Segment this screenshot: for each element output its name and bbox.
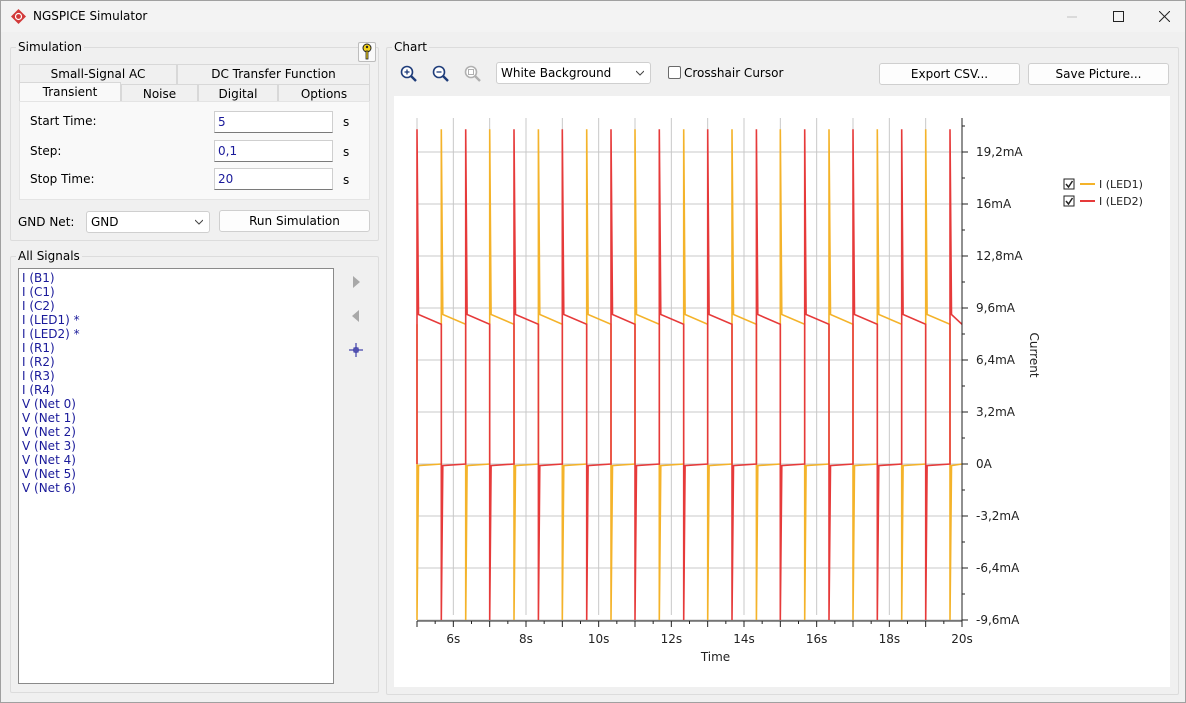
gnd-net-value: GND [91, 215, 119, 229]
maximize-button[interactable] [1095, 1, 1141, 32]
tab-noise[interactable]: Noise [121, 84, 198, 102]
app-icon [11, 9, 26, 24]
chart-group-title: Chart [392, 40, 429, 54]
step-input[interactable]: 0,1 [214, 140, 333, 162]
x-tick-label: 18s [879, 632, 901, 646]
signal-list-item[interactable]: I (LED2) * [19, 327, 333, 341]
tab-options[interactable]: Options [278, 84, 370, 102]
zoom-in-button[interactable] [399, 64, 419, 84]
export-csv-button[interactable]: Export CSV... [879, 63, 1020, 85]
background-select-value: White Background [501, 66, 612, 80]
stop-time-label: Stop Time: [30, 172, 95, 186]
all-signals-group-title: All Signals [16, 249, 82, 263]
minimize-icon [1067, 16, 1077, 17]
y-axis-title: Current [1027, 332, 1041, 377]
close-icon [1158, 11, 1170, 22]
signal-list-item[interactable]: I (C1) [19, 285, 333, 299]
signal-list-item[interactable]: I (C2) [19, 299, 333, 313]
chart-canvas[interactable]: 6s 8s 10s 12s 14s 16s 18s 20s 19,2mA 16mA 12,8mA 9,… [394, 96, 1170, 687]
signal-list-item[interactable]: I (R1) [19, 341, 333, 355]
transient-chart: 6s 8s 10s 12s 14s 16s 18s 20s 19,2mA 16mA 12,8mA 9,… [416, 118, 1143, 664]
start-time-unit: s [343, 115, 350, 129]
y-tick-label: -3,2mA [976, 509, 1020, 523]
signal-list-item[interactable]: V (Net 0) [19, 397, 333, 411]
window-title: NGSPICE Simulator [33, 9, 148, 23]
help-key-icon [362, 43, 372, 60]
zoom-in-icon [400, 65, 417, 82]
x-tick-label: 16s [806, 632, 828, 646]
zoom-out-icon [432, 65, 449, 82]
tab-dc-transfer-function[interactable]: DC Transfer Function [177, 64, 370, 84]
remove-signal-button[interactable] [348, 308, 364, 324]
arrow-right-icon [353, 276, 360, 288]
y-tick-label: -9,6mA [976, 613, 1020, 627]
tab-small-signal-ac[interactable]: Small-Signal AC [19, 64, 177, 84]
y-tick-label: -6,4mA [976, 561, 1020, 575]
signal-list-item[interactable]: V (Net 6) [19, 481, 333, 495]
signal-list-item[interactable]: I (R3) [19, 369, 333, 383]
start-time-input[interactable]: 5 [214, 111, 333, 133]
step-label: Step: [30, 144, 62, 158]
signal-list-item[interactable]: V (Net 4) [19, 453, 333, 467]
x-tick-label: 8s [519, 632, 533, 646]
arrow-left-icon [352, 310, 359, 322]
crosshair-label: Crosshair Cursor [684, 66, 784, 80]
zoom-fit-icon [464, 65, 481, 82]
title-bar: NGSPICE Simulator [1, 1, 1185, 32]
signal-list-item[interactable]: V (Net 5) [19, 467, 333, 481]
background-select[interactable]: White Background [496, 62, 651, 84]
signals-list[interactable]: I (B1) I (C1) I (C2) I (LED1) * I (LED2) * I … [18, 268, 334, 684]
zoom-out-button[interactable] [431, 64, 451, 84]
x-axis-title: Time [700, 650, 730, 664]
crosshair-checkbox[interactable] [668, 66, 681, 79]
y-tick-label: 16mA [976, 197, 1012, 211]
signal-list-item[interactable]: I (R4) [19, 383, 333, 397]
save-picture-button[interactable]: Save Picture... [1028, 63, 1169, 85]
y-tick-label: 12,8mA [976, 249, 1023, 263]
y-tick-label: 3,2mA [976, 405, 1016, 419]
chevron-down-icon [195, 219, 203, 225]
zoom-fit-button[interactable] [463, 64, 483, 84]
x-tick-label: 6s [446, 632, 460, 646]
crosshair-icon [349, 343, 363, 357]
signal-list-item[interactable]: V (Net 1) [19, 411, 333, 425]
step-unit: s [343, 145, 350, 159]
signal-list-item[interactable]: I (B1) [19, 271, 333, 285]
y-tick-label: 9,6mA [976, 301, 1016, 315]
signal-list-item[interactable]: I (LED1) * [19, 313, 333, 327]
start-time-label: Start Time: [30, 114, 97, 128]
y-tick-label: 0A [976, 457, 993, 471]
help-button[interactable] [358, 42, 376, 62]
signal-list-item[interactable]: V (Net 3) [19, 439, 333, 453]
ngspice-simulator-window: NGSPICE Simulator Simulation Small-Signa… [0, 0, 1186, 703]
close-button[interactable] [1141, 1, 1186, 32]
x-tick-label: 12s [661, 632, 683, 646]
signal-list-item[interactable]: V (Net 2) [19, 425, 333, 439]
add-signal-button[interactable] [348, 274, 364, 290]
run-simulation-button[interactable]: Run Simulation [219, 210, 370, 232]
stop-time-input[interactable]: 20 [214, 168, 333, 190]
minimize-button[interactable] [1049, 1, 1095, 32]
tab-transient[interactable]: Transient [19, 82, 121, 102]
y-tick-label: 19,2mA [976, 145, 1023, 159]
stop-time-unit: s [343, 173, 350, 187]
legend-label: I (LED1) [1099, 178, 1143, 191]
x-tick-label: 14s [733, 632, 755, 646]
y-tick-label: 6,4mA [976, 353, 1016, 367]
chevron-down-icon [636, 70, 644, 76]
x-tick-label: 20s [951, 632, 973, 646]
tab-digital[interactable]: Digital [198, 84, 278, 102]
legend-label: I (LED2) [1099, 195, 1143, 208]
x-tick-label: 10s [588, 632, 610, 646]
plot-area [417, 118, 962, 615]
gnd-net-select[interactable]: GND [86, 211, 210, 233]
add-cursor-button[interactable] [349, 343, 363, 357]
gnd-net-label: GND Net: [18, 215, 75, 229]
maximize-icon [1112, 11, 1124, 22]
signal-list-item[interactable]: I (R2) [19, 355, 333, 369]
simulation-group-title: Simulation [16, 40, 84, 54]
